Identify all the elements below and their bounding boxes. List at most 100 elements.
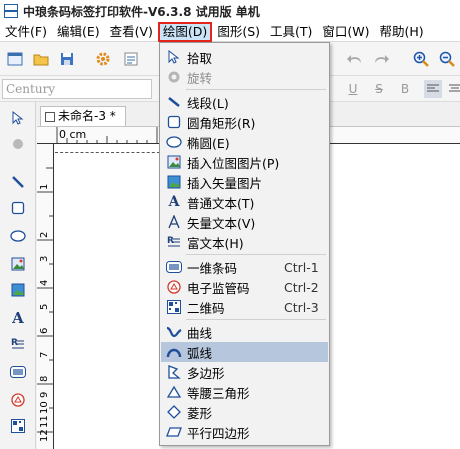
ellipse-tool-icon[interactable] [8, 226, 28, 246]
rich-text-tool-icon[interactable]: R [8, 334, 28, 354]
title-bar: 中琅条码标签打印软件-V6.3.8 试用版 单机 [0, 0, 460, 22]
menu-separator [186, 89, 326, 90]
menu-item-diamond[interactable]: 菱形 [161, 402, 328, 422]
svg-text:R: R [167, 236, 174, 246]
document-tab-label: 未命名-3 * [58, 109, 116, 123]
document-tab[interactable]: 未命名-3 * [40, 106, 126, 126]
menu-item-supervision-code[interactable]: 电子监管码 Ctrl-2 [161, 277, 328, 297]
isosceles-triangle-icon [166, 384, 182, 400]
menu-item-arc[interactable]: 弧线 [161, 342, 328, 362]
diamond-icon [166, 404, 182, 420]
menu-item-isosceles-triangle[interactable]: 等腰三角形 [161, 382, 328, 402]
ruler-vmark: 6 [39, 327, 50, 334]
bitmap-image-icon [166, 154, 182, 170]
window-title: 中琅条码标签打印软件-V6.3.8 试用版 单机 [23, 4, 260, 19]
menu-item-parallelogram[interactable]: 平行四边形 [161, 422, 328, 442]
bold-format-icon[interactable]: B [396, 80, 414, 98]
open-folder-icon[interactable] [32, 50, 50, 68]
menu-shape[interactable]: 图形(S) [212, 22, 265, 42]
supervision-code-tool-icon[interactable] [8, 390, 28, 410]
menu-draw[interactable]: 绘图(D) [157, 21, 213, 42]
new-file-icon[interactable] [6, 50, 24, 68]
vector-image-tool-icon[interactable] [8, 280, 28, 300]
text-icon: A [168, 194, 180, 210]
vector-text-icon [166, 214, 182, 230]
shortcut-label: Ctrl-2 [284, 279, 319, 295]
menu-item-rotate: 旋转 [161, 67, 328, 87]
barcode-tool-icon[interactable] [8, 362, 28, 382]
zoom-in-icon[interactable] [412, 50, 430, 68]
menu-item-ellipse[interactable]: 椭圆(E) [161, 132, 328, 152]
qrcode-tool-icon[interactable] [8, 416, 28, 436]
ruler-vmark: 12 [39, 429, 50, 442]
menu-bar: 文件(F) 编辑(E) 查看(V) 绘图(D) 图形(S) 工具(T) 窗口(W… [0, 21, 460, 42]
align-center-icon[interactable] [446, 80, 460, 98]
ruler-vmark: 11 [39, 415, 50, 428]
menu-view[interactable]: 查看(V) [105, 22, 158, 42]
menu-item-insert-vector-image[interactable]: 插入矢量图片 [161, 172, 328, 192]
ruler-vmark: 5 [39, 303, 50, 310]
menu-edit[interactable]: 编辑(E) [52, 22, 105, 42]
menu-item-insert-bitmap[interactable]: 插入位图图片(P) [161, 152, 328, 172]
arc-icon [166, 344, 182, 360]
menu-item-qrcode[interactable]: 二维码 Ctrl-3 [161, 297, 328, 317]
font-name-select[interactable]: Century [2, 79, 152, 99]
curve-icon [166, 324, 182, 340]
menu-item-line-segment[interactable]: 线段(L) [161, 92, 328, 112]
pointer-icon [166, 49, 182, 65]
supervision-code-icon [166, 279, 182, 295]
draw-menu-dropdown: 拾取 旋转 线段(L) 圆角矩形(R) 椭圆(E) 插入位图图片(P) 插入矢量… [159, 42, 330, 446]
zoom-out-icon[interactable] [438, 50, 456, 68]
strikethrough-icon[interactable]: S [370, 80, 388, 98]
qrcode-icon [166, 299, 182, 315]
line-segment-icon [166, 94, 182, 110]
print-setup-icon[interactable] [122, 50, 140, 68]
menu-window[interactable]: 窗口(W) [317, 22, 374, 42]
undo-icon[interactable] [346, 50, 364, 68]
menu-item-rounded-rect[interactable]: 圆角矩形(R) [161, 112, 328, 132]
menu-item-curve[interactable]: 曲线 [161, 322, 328, 342]
ruler-vmark: 4 [39, 279, 50, 286]
menu-item-polygon[interactable]: 多边形 [161, 362, 328, 382]
menu-tools[interactable]: 工具(T) [265, 22, 317, 42]
align-left-icon[interactable] [424, 80, 442, 98]
ruler-vmark: 3 [39, 255, 50, 262]
rectangle-tool-icon[interactable] [8, 198, 28, 218]
menu-help[interactable]: 帮助(H) [375, 22, 429, 42]
redo-icon[interactable] [372, 50, 390, 68]
svg-text:R: R [11, 338, 18, 348]
ruler-vmark: 9 [39, 391, 50, 398]
shortcut-label: Ctrl-1 [284, 259, 319, 275]
ruler-vmark: 7 [39, 351, 50, 358]
document-icon [45, 112, 55, 122]
left-drawing-toolbar: A R [0, 102, 36, 449]
ellipse-icon [166, 134, 182, 150]
rounded-rect-icon [166, 114, 182, 130]
menu-item-vector-text[interactable]: 矢量文本(V) [161, 212, 328, 232]
rich-text-icon: R [166, 234, 182, 250]
pointer-tool-icon[interactable] [8, 108, 28, 128]
ruler-vmark: 10 [39, 401, 50, 414]
shortcut-label: Ctrl-3 [284, 299, 319, 315]
barcode-icon [166, 259, 182, 275]
save-icon[interactable] [58, 50, 76, 68]
ruler-vmark: 1 [39, 183, 50, 190]
app-icon [4, 4, 18, 18]
label-boundary-line [55, 152, 165, 153]
ruler-vmark: 2 [39, 231, 50, 238]
line-tool-icon[interactable] [8, 172, 28, 192]
menu-item-rich-text[interactable]: R 富文本(H) [161, 232, 328, 252]
menu-item-normal-text[interactable]: A 普通文本(T) [161, 192, 328, 212]
settings-gear-icon[interactable] [94, 50, 112, 68]
vertical-ruler: 1 2 3 4 5 6 7 8 9 10 11 12 [37, 144, 54, 449]
menu-separator [186, 319, 326, 320]
menu-item-barcode[interactable]: 一维条码 Ctrl-1 [161, 257, 328, 277]
rotate-tool-icon[interactable] [8, 134, 28, 154]
text-tool-icon[interactable]: A [8, 308, 28, 328]
polygon-icon [166, 364, 182, 380]
rotate-icon [166, 69, 182, 85]
bitmap-tool-icon[interactable] [8, 254, 28, 274]
menu-item-pick[interactable]: 拾取 [161, 47, 328, 67]
underline-icon[interactable]: U [344, 80, 362, 98]
menu-file[interactable]: 文件(F) [0, 22, 52, 42]
